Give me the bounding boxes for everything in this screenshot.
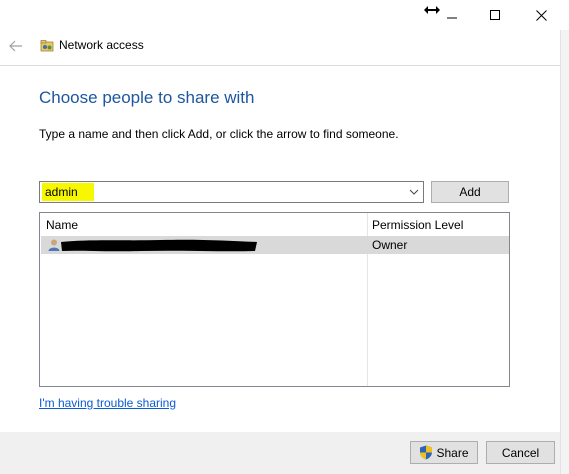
close-button[interactable] <box>518 0 564 30</box>
back-arrow-icon[interactable] <box>8 38 24 54</box>
permission-level: Owner <box>372 238 408 252</box>
title-bar <box>0 0 569 30</box>
chevron-down-icon[interactable] <box>409 187 419 197</box>
maximize-button[interactable] <box>472 0 518 30</box>
redacted-name <box>61 239 257 252</box>
window-title: Network access <box>59 38 144 52</box>
network-sharing-icon <box>40 40 54 52</box>
header-separator <box>0 65 560 66</box>
minimize-icon <box>446 17 457 18</box>
minimize-button[interactable] <box>429 0 475 30</box>
people-list[interactable]: Name Permission Level Owner <box>39 212 510 387</box>
trouble-sharing-link[interactable]: I'm having trouble sharing <box>39 396 176 410</box>
instructions-text: Type a name and then click Add, or click… <box>39 127 399 141</box>
share-button-label: Share <box>436 445 469 460</box>
name-input-value[interactable]: admin <box>45 185 78 199</box>
cancel-button[interactable]: Cancel <box>486 441 555 464</box>
list-header: Name Permission Level <box>40 213 509 235</box>
column-header-permission[interactable]: Permission Level <box>372 218 463 232</box>
nav-bar: Network access <box>0 30 569 64</box>
scrollbar-edge <box>560 30 569 474</box>
user-icon <box>48 239 60 251</box>
column-header-name[interactable]: Name <box>46 218 78 232</box>
name-combobox[interactable]: admin <box>39 181 424 203</box>
table-row[interactable]: Owner <box>41 236 509 254</box>
page-heading: Choose people to share with <box>39 88 255 107</box>
share-button[interactable]: Share <box>410 441 478 464</box>
close-icon <box>535 9 547 21</box>
add-button[interactable]: Add <box>431 181 509 203</box>
uac-shield-icon <box>420 445 433 460</box>
maximize-icon <box>489 9 500 20</box>
